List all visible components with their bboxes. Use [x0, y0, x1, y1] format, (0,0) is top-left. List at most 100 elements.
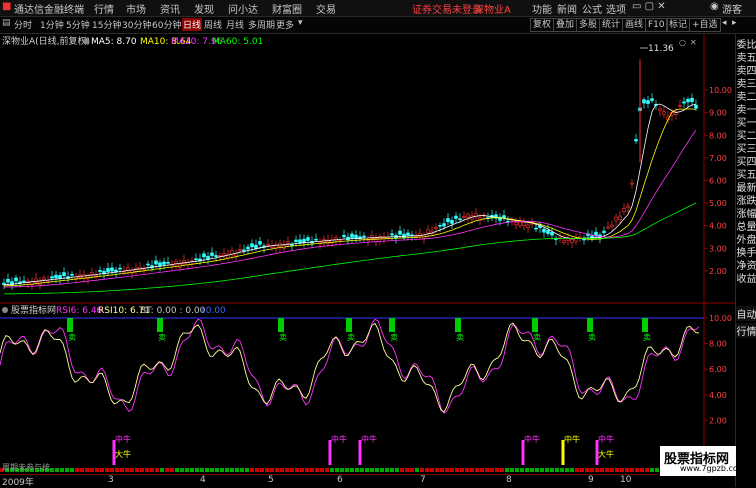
tab-period-month[interactable]: 月线: [226, 18, 244, 31]
minimize-icon[interactable]: ▭: [632, 1, 641, 12]
mark-button[interactable]: 标记: [666, 18, 691, 32]
chevron-right-icon[interactable]: ▸: [732, 18, 737, 28]
login-status[interactable]: 证券交易未登录: [412, 1, 482, 16]
candle-body: [694, 104, 698, 109]
trend-cell: [530, 468, 534, 472]
indicator-chart[interactable]: 10.00 8.00 6.00 4.00 2.00 卖 卖 卖 卖 卖 卖 卖 卖 卖中牛大牛 中牛 中牛 中…: [0, 304, 735, 474]
close-chart-icon[interactable]: ✕: [690, 38, 697, 47]
multi-stock-button[interactable]: 多股: [576, 18, 601, 32]
indicator-settings-icon[interactable]: [2, 307, 8, 313]
trend-cell: [630, 468, 634, 472]
menu-item-news[interactable]: 资讯: [160, 1, 180, 16]
candle-body: [242, 249, 246, 252]
candle-body: [302, 238, 306, 243]
trend-cell: [65, 468, 69, 472]
trend-cell: [330, 468, 334, 472]
tab-period-week[interactable]: 周线: [204, 18, 222, 31]
add-watchlist-button[interactable]: +自选: [689, 18, 721, 32]
restore-rights-button[interactable]: 复权: [530, 18, 555, 32]
quote-panel-item[interactable]: 收益: [736, 270, 756, 285]
candle-body: [614, 216, 618, 221]
trend-cell: [80, 468, 84, 472]
trend-cell: [350, 468, 354, 472]
candle-body: [466, 214, 470, 218]
menu-item-newsfeed[interactable]: 新闻: [557, 1, 577, 16]
trend-cell: [655, 468, 659, 472]
chevron-left-icon[interactable]: ◂: [722, 18, 727, 28]
candle-body: [294, 239, 298, 243]
sell-signal-bar: [389, 318, 395, 332]
tab-period-multi[interactable]: 多周期: [248, 18, 275, 31]
trend-cell: [500, 468, 504, 472]
menu-item-formula[interactable]: 公式: [582, 1, 602, 16]
candle-body: [686, 98, 690, 103]
candle-body: [550, 232, 554, 236]
menu-item-quotes[interactable]: 行情: [94, 1, 114, 16]
menu-item-options[interactable]: 选项: [606, 1, 626, 16]
candle-body: [238, 249, 242, 251]
tab-period-5min[interactable]: 5分钟: [66, 18, 90, 31]
candle-body: [458, 218, 462, 221]
overlay-button[interactable]: 叠加: [553, 18, 578, 32]
menu-item-market[interactable]: 市场: [126, 1, 146, 16]
rsi6-label: RSI6: 6.46: [56, 306, 103, 316]
restore-icon[interactable]: ▢: [645, 1, 654, 12]
close-icon[interactable]: ✕: [657, 1, 665, 12]
tab-period-15min[interactable]: 15分钟: [92, 18, 121, 31]
candle-body: [174, 260, 178, 264]
candle-body: [210, 252, 214, 256]
trend-cell: [555, 468, 559, 472]
user-avatar-icon[interactable]: ◉: [710, 1, 719, 12]
price-tick: 10.00: [709, 86, 732, 95]
candle-body: [658, 108, 662, 111]
trend-cell: [120, 468, 124, 472]
tab-period-60min[interactable]: 60分钟: [152, 18, 181, 31]
price-tick: 3.00: [709, 244, 727, 253]
trend-cell: [200, 468, 204, 472]
candle-body: [398, 230, 402, 235]
trend-cell: [50, 468, 54, 472]
menu-item-trade[interactable]: 交易: [316, 1, 336, 16]
quote-panel-item[interactable]: 自动: [736, 306, 756, 321]
trend-cell: [425, 468, 429, 472]
guest-label[interactable]: 游客: [722, 1, 742, 16]
panel-toggle-icon[interactable]: ▤: [2, 18, 11, 28]
current-stock: 深物业A: [474, 5, 511, 16]
trend-cell: [335, 468, 339, 472]
draw-line-button[interactable]: 画线: [622, 18, 647, 32]
tab-period-minute[interactable]: 分时: [14, 18, 32, 31]
menu-item-discover[interactable]: 发现: [194, 1, 214, 16]
trend-cell: [575, 468, 579, 472]
quote-panel-item[interactable]: 行情: [736, 323, 756, 338]
buy-signal-label: 中牛: [115, 434, 131, 444]
candle-body: [54, 274, 58, 279]
trend-cell: [130, 468, 134, 472]
candle-body: [446, 218, 450, 223]
menu-item-ask[interactable]: 问小达: [228, 1, 258, 16]
candle-body: [42, 277, 46, 281]
statistics-button[interactable]: 统计: [599, 18, 624, 32]
tab-period-30min[interactable]: 30分钟: [122, 18, 151, 31]
f10-button[interactable]: F10: [645, 18, 668, 32]
trend-cell: [420, 468, 424, 472]
trend-cell: [345, 468, 349, 472]
price-chart[interactable]: 10.00 9.00 8.00 7.00 6.00 5.00 4.00 3.00 2.00 深物…: [0, 34, 735, 304]
chevron-down-icon[interactable]: ▾: [298, 18, 303, 28]
menu-item-function[interactable]: 功能: [532, 1, 552, 16]
candle-body: [62, 272, 66, 276]
trend-cell: [145, 468, 149, 472]
trend-cell: [550, 468, 554, 472]
trend-cell: [640, 468, 644, 472]
trend-cell: [305, 468, 309, 472]
date-axis: 2009年 3 4 5 6 7 8 9 10: [0, 474, 735, 488]
window-controls[interactable]: ▭ ▢ ✕: [632, 1, 666, 12]
tab-period-1min[interactable]: 1分钟: [40, 18, 64, 31]
tab-period-day[interactable]: 日线: [182, 18, 203, 31]
trend-cell: [320, 468, 324, 472]
menu-item-wealth[interactable]: 财富圈: [272, 1, 302, 16]
tab-period-more[interactable]: 更多: [276, 18, 294, 31]
trend-cell: [135, 468, 139, 472]
expand-icon[interactable]: ○: [679, 38, 686, 47]
trend-cell: [235, 468, 239, 472]
ma-settings-icon[interactable]: [83, 38, 89, 44]
